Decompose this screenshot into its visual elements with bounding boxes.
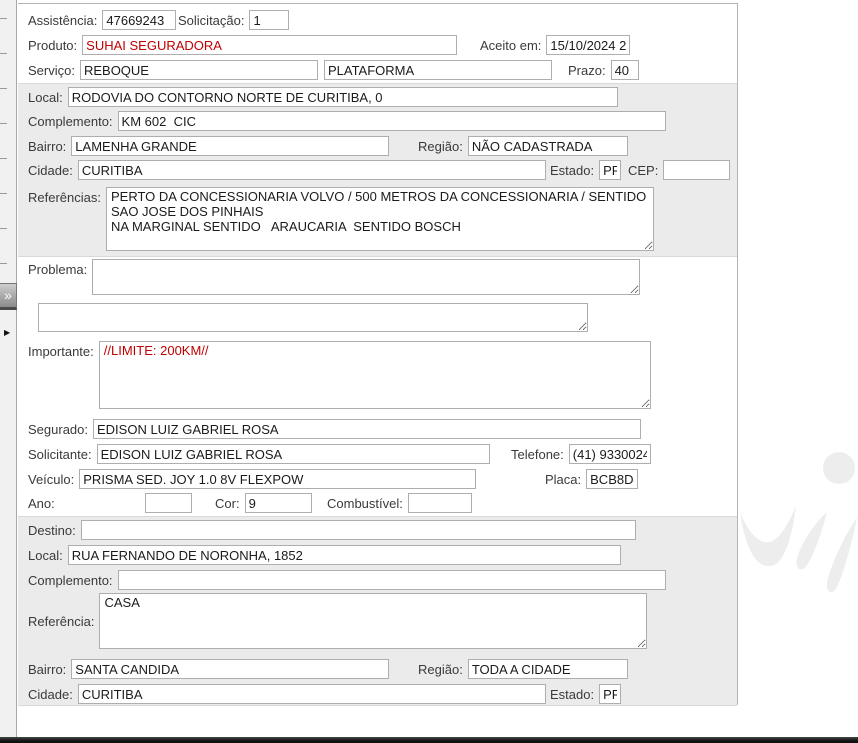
assistance-form-page: { "colors": { "red_text": "#c00000", "se… <box>0 0 858 743</box>
prazo-label: Prazo: <box>568 63 606 78</box>
aceito-em-input[interactable] <box>546 35 630 55</box>
grip-mark <box>0 158 7 159</box>
estado-destino-label: Estado: <box>550 687 594 702</box>
expand-panel-button[interactable]: » <box>0 283 17 310</box>
assistance-form-panel: Assistência: Solicitação: Produto: Aceit… <box>18 3 738 705</box>
grip-mark <box>0 228 7 229</box>
telefone-label: Telefone: <box>511 447 564 462</box>
servico-input[interactable] <box>80 60 318 80</box>
left-splitter[interactable]: » ▶ <box>0 0 17 737</box>
placa-label: Placa: <box>545 472 581 487</box>
complemento-destino-input[interactable] <box>118 570 666 590</box>
assistencia-input[interactable] <box>102 10 176 30</box>
estado-destino-input[interactable] <box>599 684 621 704</box>
cor-label: Cor: <box>215 496 240 511</box>
complemento-destino-label: Complemento: <box>28 573 113 588</box>
cidade-origem-label: Cidade: <box>28 163 73 178</box>
solicitacao-input[interactable] <box>249 10 289 30</box>
aceito-em-label: Aceito em: <box>480 38 541 53</box>
cidade-destino-label: Cidade: <box>28 687 73 702</box>
cidade-destino-input[interactable] <box>78 684 546 704</box>
destino-input[interactable] <box>81 520 636 540</box>
estado-origem-label: Estado: <box>550 163 594 178</box>
referencia-destino-label: Referência: <box>28 614 94 629</box>
cep-origem-label: CEP: <box>628 163 658 178</box>
veiculo-label: Veículo: <box>28 472 74 487</box>
regiao-origem-label: Região: <box>418 139 463 154</box>
telefone-input[interactable] <box>569 444 651 464</box>
bairro-destino-label: Bairro: <box>28 662 66 677</box>
importante-label: Importante: <box>28 341 94 359</box>
grip-mark <box>0 193 7 194</box>
local-destino-label: Local: <box>28 548 63 563</box>
problema-label: Problema: <box>28 259 87 277</box>
solicitante-input[interactable] <box>97 444 490 464</box>
segurado-label: Segurado: <box>28 422 88 437</box>
complemento-origem-input[interactable] <box>118 111 666 131</box>
local-origem-input[interactable] <box>68 87 618 107</box>
chevron-right-icon: » <box>4 287 12 303</box>
ano-label: Ano: <box>28 496 55 511</box>
cidade-origem-input[interactable] <box>78 160 546 180</box>
referencias-label: Referências: <box>28 187 101 205</box>
destino-label: Destino: <box>28 523 76 538</box>
solicitante-label: Solicitante: <box>28 447 92 462</box>
assistencia-label: Assistência: <box>28 13 97 28</box>
problema-textarea[interactable] <box>92 259 640 295</box>
local-destino-input[interactable] <box>68 545 621 565</box>
referencias-textarea[interactable]: PERTO DA CONCESSIONARIA VOLVO / 500 METR… <box>106 187 654 251</box>
estado-origem-input[interactable] <box>599 160 621 180</box>
placa-input[interactable] <box>586 469 638 489</box>
produto-label: Produto: <box>28 38 77 53</box>
veiculo-input[interactable] <box>79 469 476 489</box>
referencia-destino-textarea[interactable]: CASA <box>99 593 647 649</box>
produto-input[interactable] <box>82 35 457 55</box>
brand-watermark-icon <box>738 428 858 598</box>
bottom-bar <box>0 737 858 743</box>
cep-origem-input[interactable] <box>663 160 730 180</box>
segurado-input[interactable] <box>93 419 641 439</box>
grip-mark <box>0 263 7 264</box>
servico2-input[interactable] <box>324 60 552 80</box>
grip-mark <box>0 53 7 54</box>
grip-mark <box>0 88 7 89</box>
regiao-destino-input[interactable] <box>468 659 628 679</box>
grip-mark <box>0 18 7 19</box>
prazo-input[interactable] <box>611 60 639 80</box>
importante-textarea[interactable]: //LIMITE: 200KM// <box>99 341 651 409</box>
bairro-origem-input[interactable] <box>71 136 389 156</box>
regiao-origem-input[interactable] <box>468 136 628 156</box>
complemento-origem-label: Complemento: <box>28 114 113 129</box>
combustivel-label: Combustível: <box>327 496 403 511</box>
regiao-destino-label: Região: <box>418 662 463 677</box>
cor-input[interactable] <box>245 493 312 513</box>
observacao-textarea[interactable] <box>38 303 588 332</box>
combustivel-input[interactable] <box>408 493 472 513</box>
solicitacao-label: Solicitação: <box>178 13 244 28</box>
splitter-arrow-icon[interactable]: ▶ <box>4 328 10 337</box>
bairro-origem-label: Bairro: <box>28 139 66 154</box>
bairro-destino-input[interactable] <box>71 659 389 679</box>
ano-input[interactable] <box>145 493 192 513</box>
servico-label: Serviço: <box>28 63 75 78</box>
grip-mark <box>0 123 7 124</box>
local-origem-label: Local: <box>28 90 63 105</box>
